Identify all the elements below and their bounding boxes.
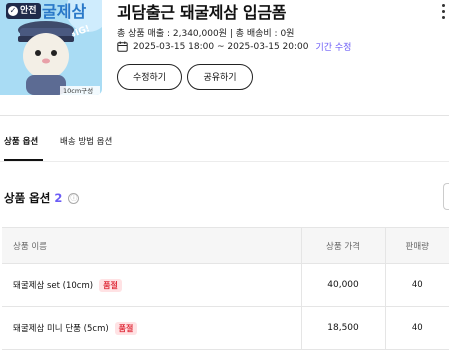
info-icon[interactable]: ⓘ	[68, 192, 80, 204]
more-options-icon[interactable]	[441, 4, 447, 20]
option-count: 2	[54, 191, 63, 205]
option-sold: 40	[384, 306, 449, 350]
table-header-row: 상품 이름 상품 가격 판매량	[2, 227, 449, 264]
column-header-price: 상품 가격	[300, 227, 385, 264]
share-button[interactable]: 공유하기	[187, 64, 253, 90]
safe-badge-label: 안전	[20, 6, 37, 16]
option-name-cell: 돼굴제삼 set (10cm) 품절	[2, 263, 301, 307]
column-header-name: 상품 이름	[2, 227, 301, 264]
section-title-label: 상품 옵션	[4, 191, 51, 205]
options-table: 상품 이름 상품 가격 판매량 돼굴제삼 set (10cm) 품절 40,000…	[2, 227, 449, 350]
safe-badge: ✓ 안전	[6, 3, 41, 19]
soldout-badge: 품절	[114, 321, 138, 335]
check-icon: ✓	[8, 6, 18, 16]
option-name: 돼굴제삼 set (10cm)	[13, 280, 94, 291]
option-name: 돼굴제삼 미니 단품 (5cm)	[13, 323, 109, 334]
column-header-sold: 판매량	[384, 227, 449, 264]
table-row[interactable]: 돼굴제삼 미니 단품 (5cm) 품절 18,500 40	[2, 306, 449, 350]
calendar-icon	[117, 41, 128, 52]
product-title: 괴담출근 돼굴제삼 입금폼	[117, 3, 287, 22]
tab-shipping-options[interactable]: 배송 방법 옵션	[60, 135, 112, 147]
period-text: 2025-03-15 18:00 ~ 2025-03-15 20:00	[133, 41, 309, 52]
edit-period-link[interactable]: 기간 수정	[315, 40, 351, 53]
sales-summary: 총 상품 매출 : 2,340,000원 | 총 배송비 : 0원	[117, 29, 295, 39]
divider	[0, 115, 449, 116]
image-heading: 굴제삼	[42, 2, 86, 21]
option-price: 18,500	[300, 306, 385, 350]
options-section-title: 상품 옵션 2 ⓘ	[4, 190, 80, 206]
option-name-cell: 돼굴제삼 미니 단품 (5cm) 품절	[2, 306, 301, 350]
image-caption: 10cm구성	[63, 86, 93, 95]
tabs-divider	[0, 161, 449, 162]
add-option-button[interactable]	[443, 183, 449, 210]
tab-product-options[interactable]: 상품 옵션	[4, 135, 38, 147]
option-sold: 40	[384, 263, 449, 307]
table-row[interactable]: 돼굴제삼 set (10cm) 품절 40,000 40	[2, 263, 449, 307]
edit-button[interactable]: 수정하기	[117, 64, 182, 90]
product-thumbnail[interactable]: 굴제삼 BIG! 10cm구성 ✓ 안전	[0, 0, 102, 95]
option-price: 40,000	[300, 263, 385, 307]
soldout-badge: 품절	[99, 278, 122, 292]
sale-period: 2025-03-15 18:00 ~ 2025-03-15 20:00 기간 수…	[117, 40, 351, 53]
